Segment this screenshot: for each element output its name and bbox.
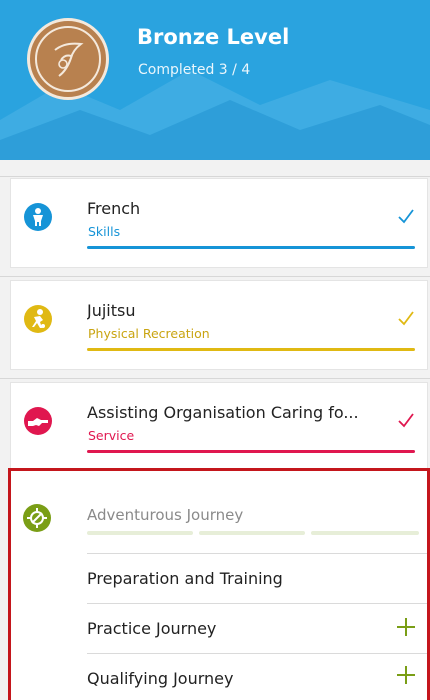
progress-bar [87, 450, 415, 453]
section-card-adventurous-journey[interactable]: Adventurous Journey Preparation and Trai… [8, 468, 430, 700]
progress-bar [87, 246, 415, 249]
compass-icon [23, 504, 51, 532]
divider [0, 378, 430, 379]
progress-segment [87, 531, 193, 535]
progress-segment [311, 531, 419, 535]
section-category: Physical Recreation [88, 326, 210, 341]
progress-segment [199, 531, 305, 535]
check-icon [398, 413, 414, 428]
section-card-service[interactable]: Assisting Organisation Caring fo... Serv… [10, 382, 428, 472]
add-practice-journey-icon[interactable] [396, 617, 416, 637]
divider [87, 553, 427, 554]
check-icon [398, 311, 414, 326]
section-category: Skills [88, 224, 121, 239]
journey-item-preparation[interactable]: Preparation and Training [87, 569, 283, 588]
add-qualifying-journey-icon[interactable] [396, 665, 416, 685]
journey-item-practice[interactable]: Practice Journey [87, 619, 216, 638]
section-title: French [87, 199, 141, 218]
divider [87, 603, 427, 604]
person-skills-icon [24, 203, 52, 231]
journey-item-qualifying[interactable]: Qualifying Journey [87, 669, 233, 688]
level-progress: Completed 3 / 4 [138, 62, 251, 78]
section-card-jujitsu[interactable]: Jujitsu Physical Recreation [10, 280, 428, 370]
bronze-badge-icon [27, 18, 109, 100]
divider [0, 176, 430, 177]
level-header: Bronze Level Completed 3 / 4 [0, 0, 430, 160]
section-card-french[interactable]: French Skills [10, 178, 428, 268]
progress-bar [87, 348, 415, 351]
section-category: Service [88, 428, 135, 443]
divider [0, 276, 430, 277]
divider [87, 653, 427, 654]
level-title: Bronze Level [137, 25, 290, 49]
check-icon [398, 209, 414, 224]
section-title: Adventurous Journey [87, 506, 244, 524]
app: Bronze Level Completed 3 / 4 French Skil… [0, 0, 430, 700]
section-title: Assisting Organisation Caring fo... [87, 403, 359, 422]
handshake-icon [24, 407, 52, 435]
section-title: Jujitsu [87, 301, 136, 320]
running-person-icon [24, 305, 52, 333]
